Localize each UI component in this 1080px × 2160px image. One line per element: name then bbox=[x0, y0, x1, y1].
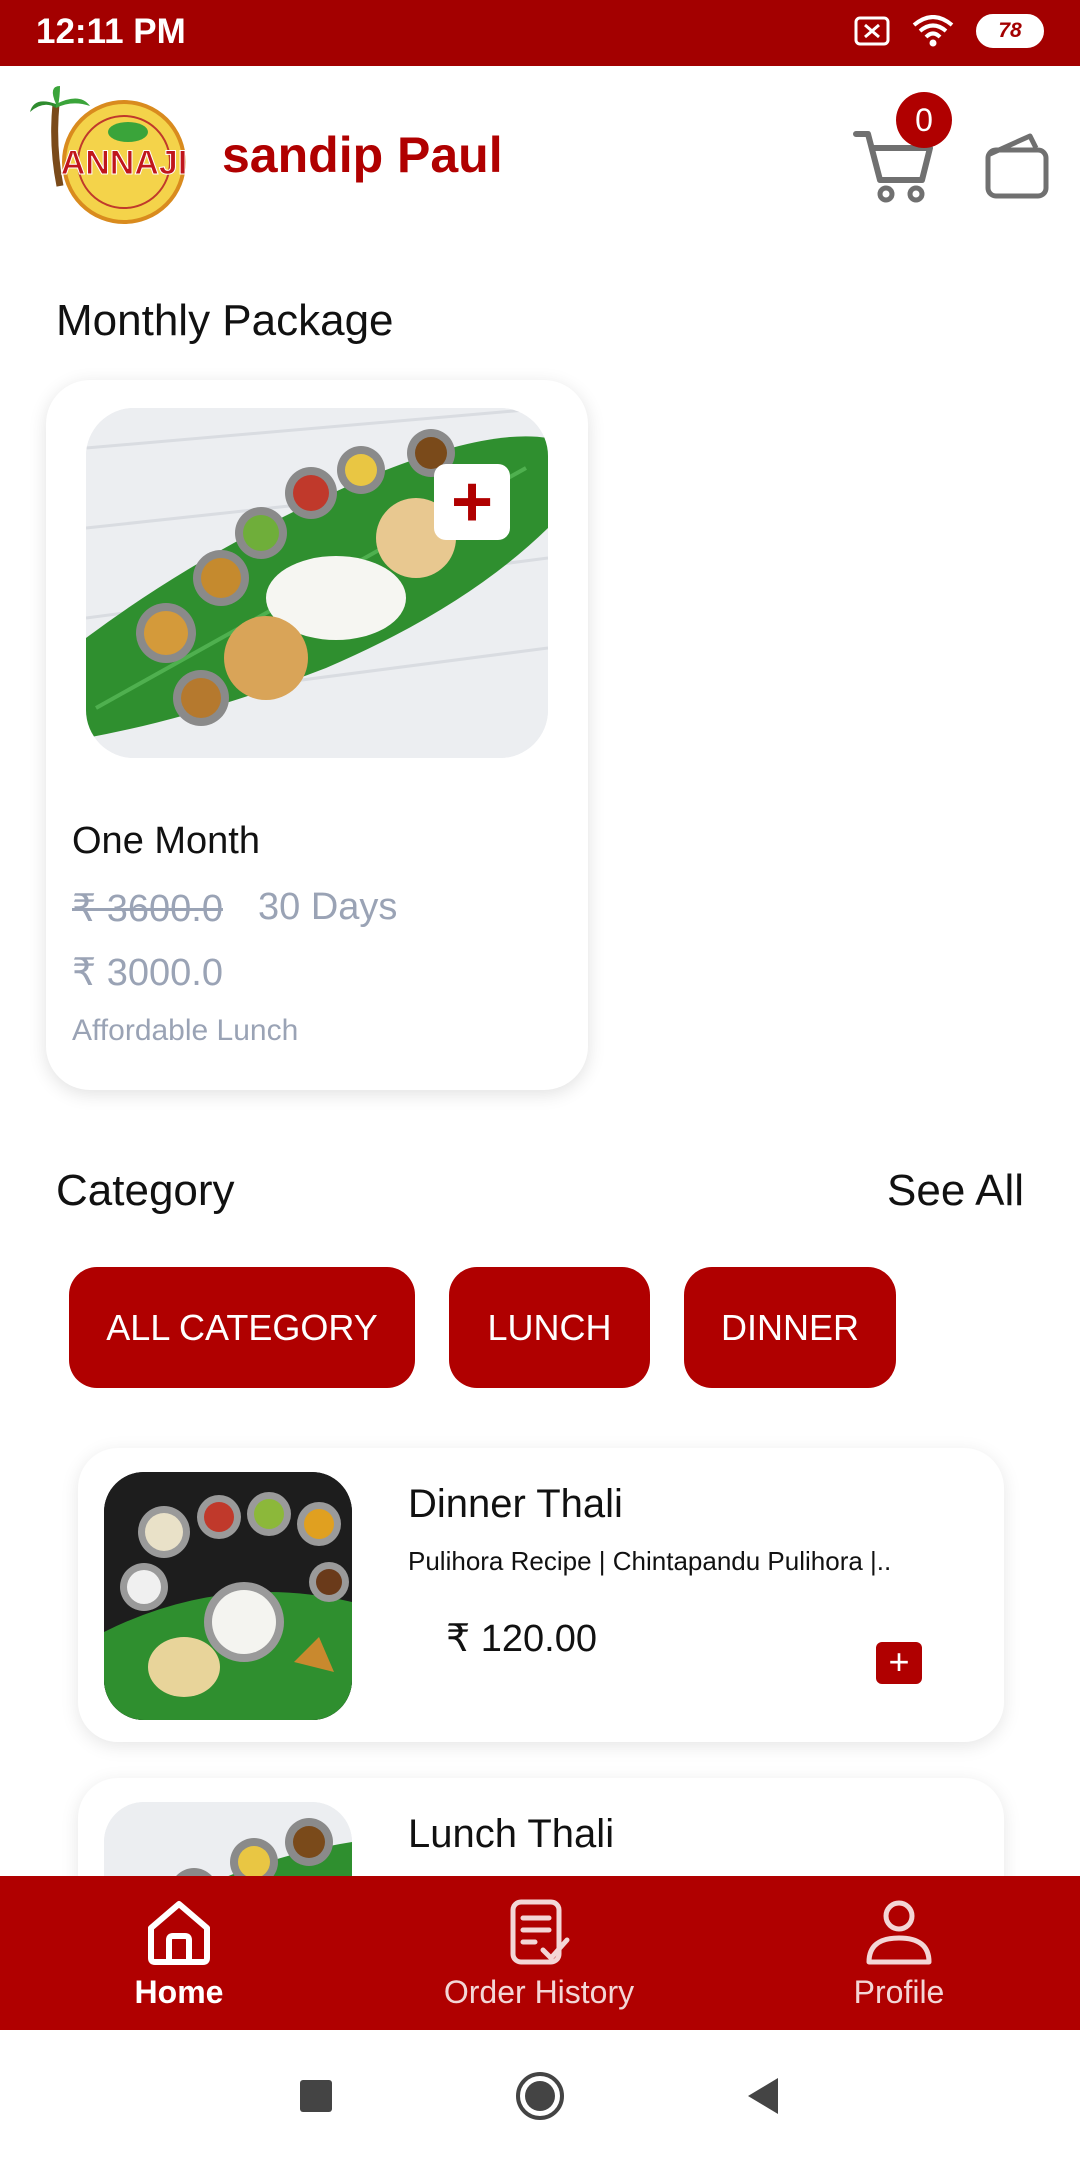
cart-count-badge: 0 bbox=[896, 92, 952, 148]
status-time: 12:11 PM bbox=[36, 12, 186, 51]
wallet-icon[interactable] bbox=[982, 130, 1054, 202]
status-icons: 78 bbox=[854, 14, 1044, 48]
user-name: sandip Paul bbox=[222, 127, 503, 183]
brand-logo: ANNAJI bbox=[30, 86, 188, 224]
chip-lunch[interactable]: LUNCH bbox=[449, 1267, 650, 1388]
back-button[interactable] bbox=[734, 2066, 794, 2126]
product-description: Pulihora Recipe | Chintapandu Pulihora |… bbox=[408, 1546, 892, 1576]
monthly-package-title: Monthly Package bbox=[56, 296, 394, 345]
package-name: One Month bbox=[72, 820, 260, 862]
notification-off-icon bbox=[854, 16, 890, 46]
profile-icon bbox=[866, 1900, 932, 1965]
add-package-button[interactable]: + bbox=[434, 464, 510, 540]
svg-text:ANNAJI: ANNAJI bbox=[61, 144, 188, 182]
chip-all-category[interactable]: ALL CATEGORY bbox=[69, 1267, 415, 1388]
status-bar: 12:11 PM 78 bbox=[0, 0, 1080, 66]
package-card[interactable]: + One Month ₹ 3600.0 30 Days ₹ 3000.0 Af… bbox=[46, 380, 588, 1090]
product-price: ₹ 120.00 bbox=[446, 1618, 597, 1660]
nav-home-label: Home bbox=[134, 1974, 224, 2010]
package-old-price: ₹ 3600.0 bbox=[72, 888, 223, 930]
app-header: ANNAJI sandip Paul 0 bbox=[0, 66, 1080, 246]
system-navigation-bar bbox=[0, 2030, 1080, 2160]
recent-apps-button[interactable] bbox=[286, 2066, 346, 2126]
order-history-icon bbox=[510, 1899, 570, 1965]
nav-order-history[interactable]: Order History bbox=[409, 1876, 669, 2030]
battery-level: 78 bbox=[998, 19, 1022, 42]
package-price: ₹ 3000.0 bbox=[72, 952, 223, 994]
home-button[interactable] bbox=[510, 2066, 570, 2126]
nav-order-history-label: Order History bbox=[443, 1974, 635, 2010]
bottom-navigation: Home Order History Profile bbox=[0, 1876, 1080, 2030]
wifi-icon bbox=[912, 15, 954, 47]
product-name: Lunch Thali bbox=[408, 1812, 615, 1856]
see-all-link[interactable]: See All bbox=[887, 1166, 1024, 1216]
product-image bbox=[104, 1472, 352, 1720]
package-duration: 30 Days bbox=[258, 886, 398, 928]
battery-icon: 78 bbox=[976, 14, 1044, 48]
product-name: Dinner Thali bbox=[408, 1482, 623, 1526]
category-title: Category bbox=[56, 1166, 235, 1215]
package-image bbox=[86, 408, 548, 758]
chip-dinner[interactable]: DINNER bbox=[684, 1267, 896, 1388]
product-card[interactable]: Dinner Thali Pulihora Recipe | Chintapan… bbox=[78, 1448, 1004, 1742]
nav-profile-label: Profile bbox=[853, 1974, 945, 2010]
nav-profile[interactable]: Profile bbox=[769, 1876, 1029, 2030]
package-description: Affordable Lunch bbox=[72, 1014, 299, 1047]
home-icon bbox=[148, 1901, 210, 1965]
nav-home[interactable]: Home bbox=[49, 1876, 309, 2030]
add-to-cart-button[interactable]: + bbox=[876, 1642, 922, 1684]
